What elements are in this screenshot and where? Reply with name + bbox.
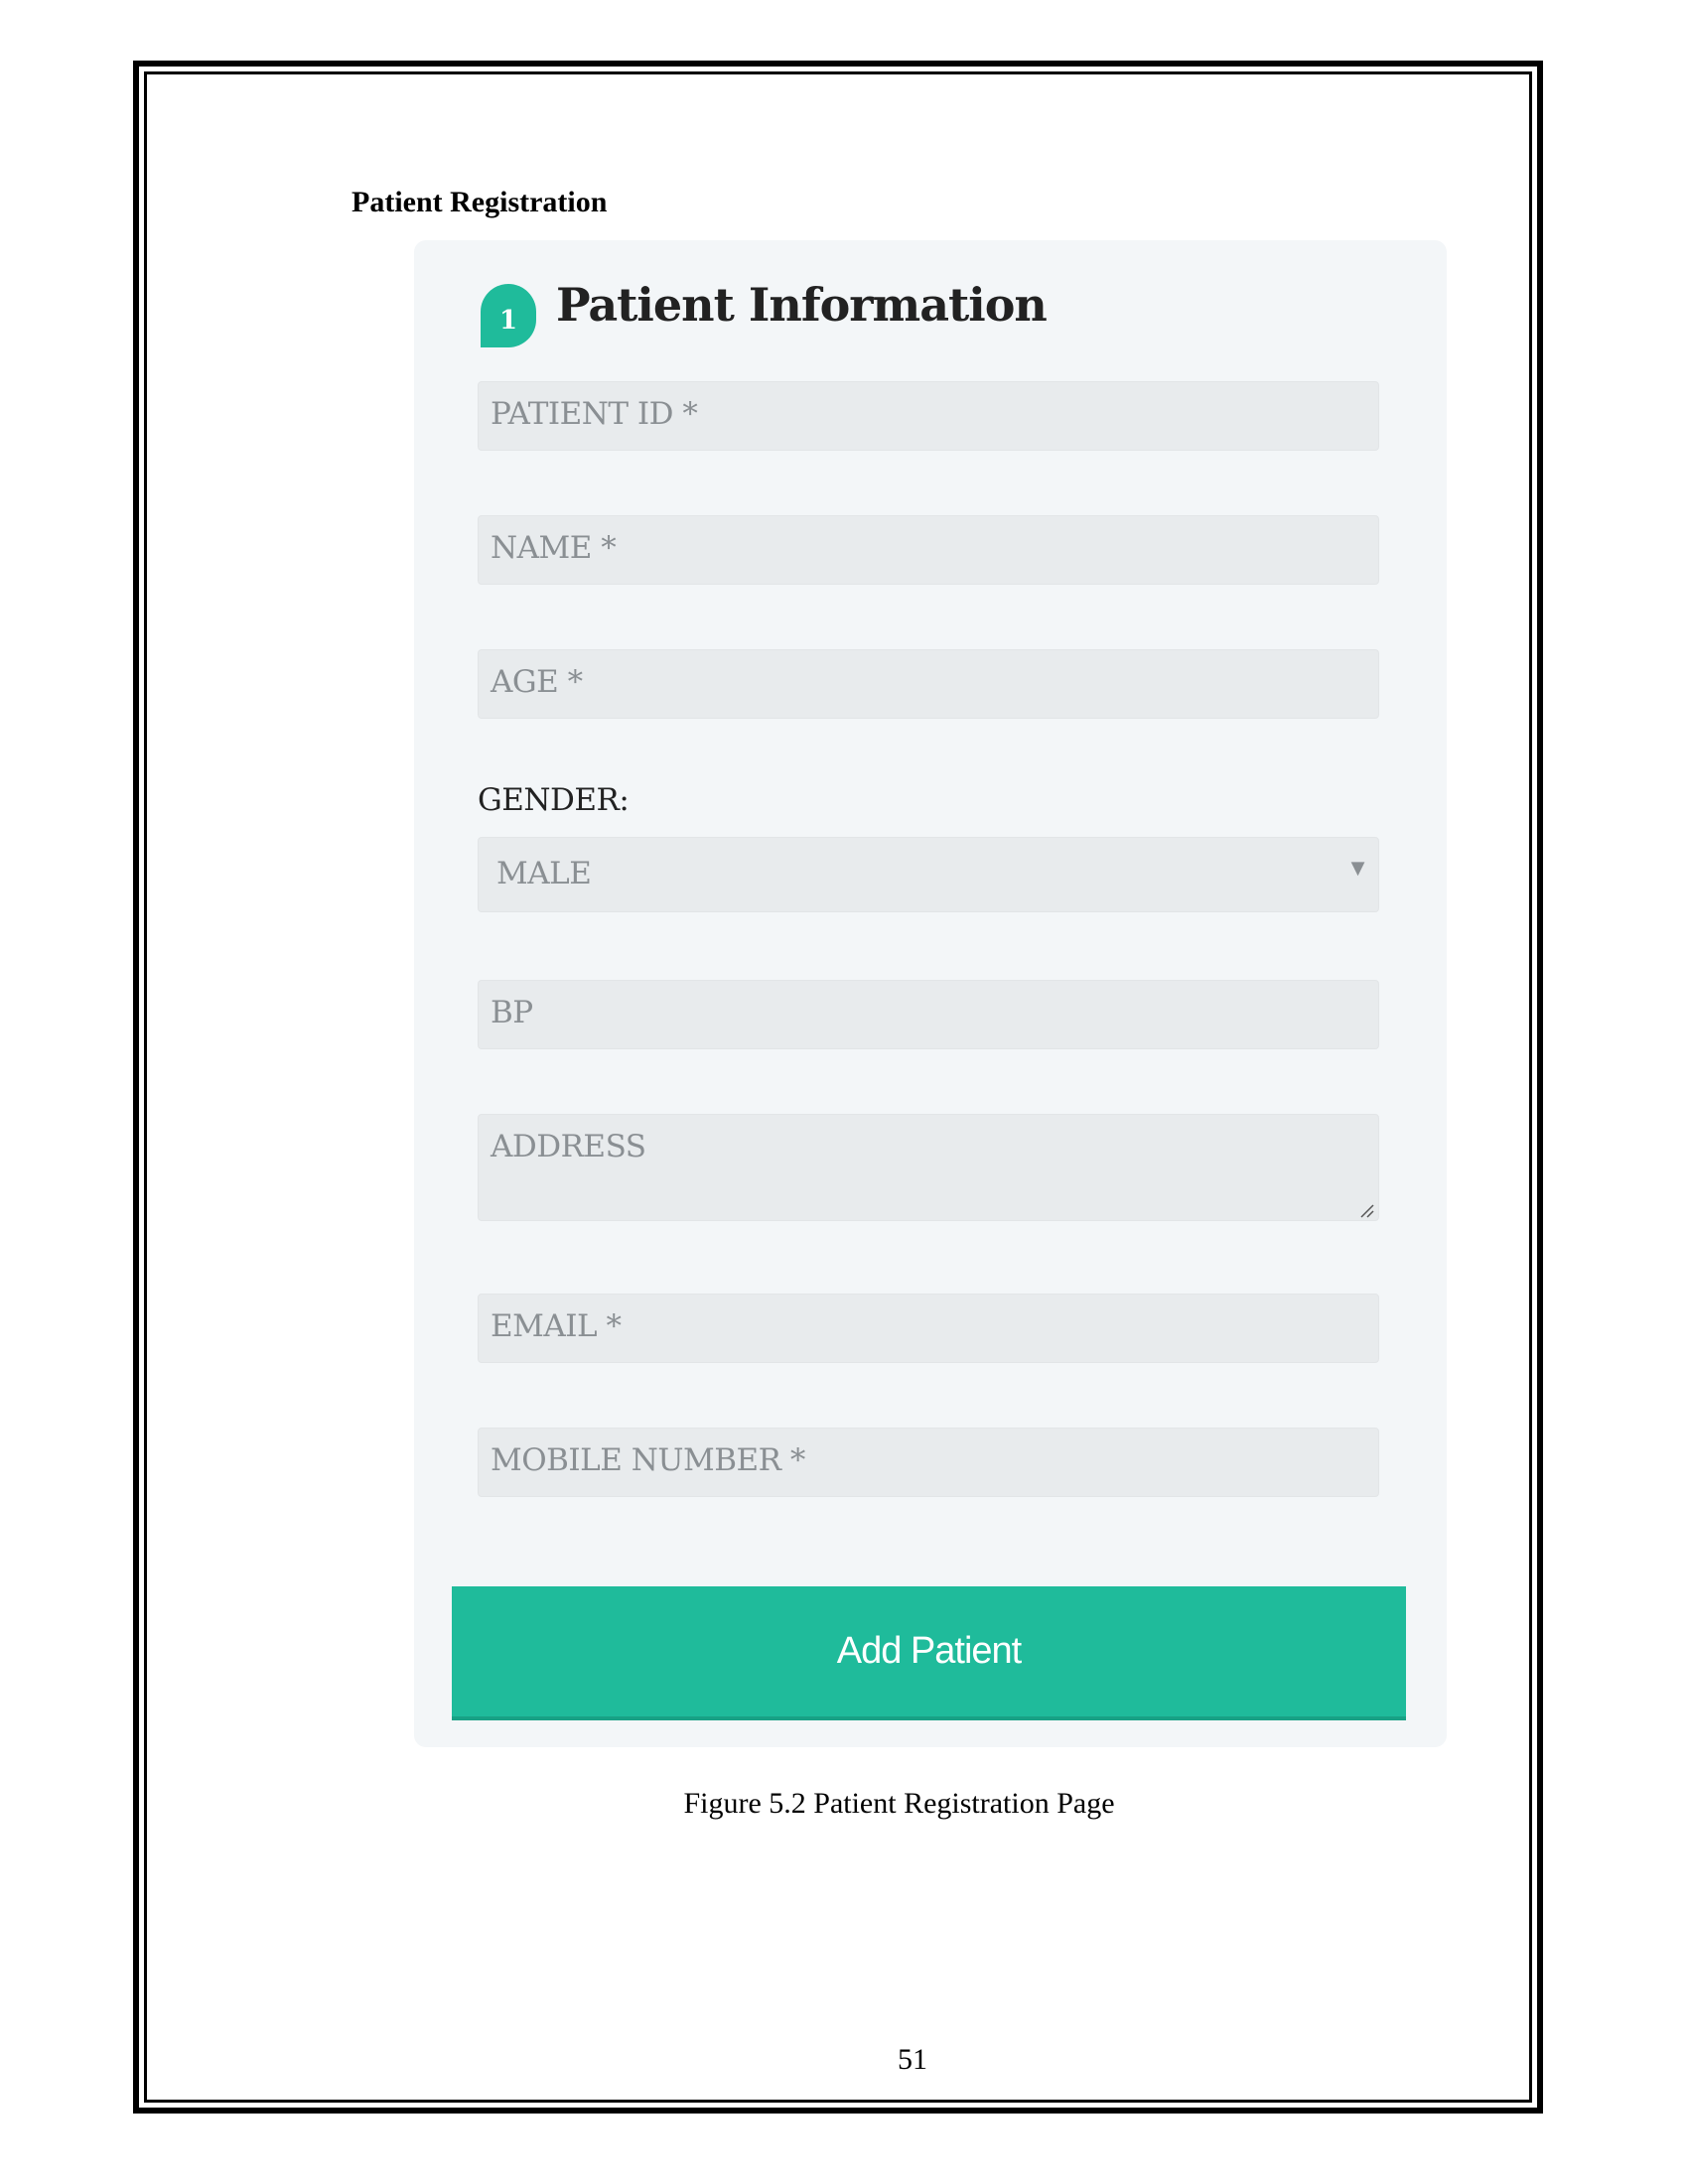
address-placeholder: ADDRESS [491,1129,646,1164]
patient-form-screenshot: 1 Patient Information PATIENT ID * NAME … [414,240,1447,1747]
resize-grip-icon[interactable] [1358,1202,1374,1218]
address-textarea[interactable]: ADDRESS [478,1114,1379,1221]
bp-input[interactable]: BP [478,980,1379,1049]
age-input[interactable]: AGE * [478,649,1379,719]
gender-label: GENDER: [478,782,630,818]
page-number: 51 [898,2043,927,2076]
figure-caption: Figure 5.2 Patient Registration Page [683,1787,1115,1820]
patient-id-input[interactable]: PATIENT ID * [478,381,1379,451]
mobile-number-input[interactable]: MOBILE NUMBER * [478,1428,1379,1497]
gender-select[interactable]: MALE ▼ [478,837,1379,912]
dropdown-arrow-icon: ▼ [1350,858,1365,879]
gender-selected-value: MALE [496,856,592,891]
email-input[interactable]: EMAIL * [478,1294,1379,1363]
step-badge: 1 [481,284,536,347]
name-input[interactable]: NAME * [478,515,1379,585]
form-title: Patient Information [556,278,1048,332]
add-patient-button[interactable]: Add Patient [452,1586,1406,1720]
section-heading: Patient Registration [352,186,608,218]
